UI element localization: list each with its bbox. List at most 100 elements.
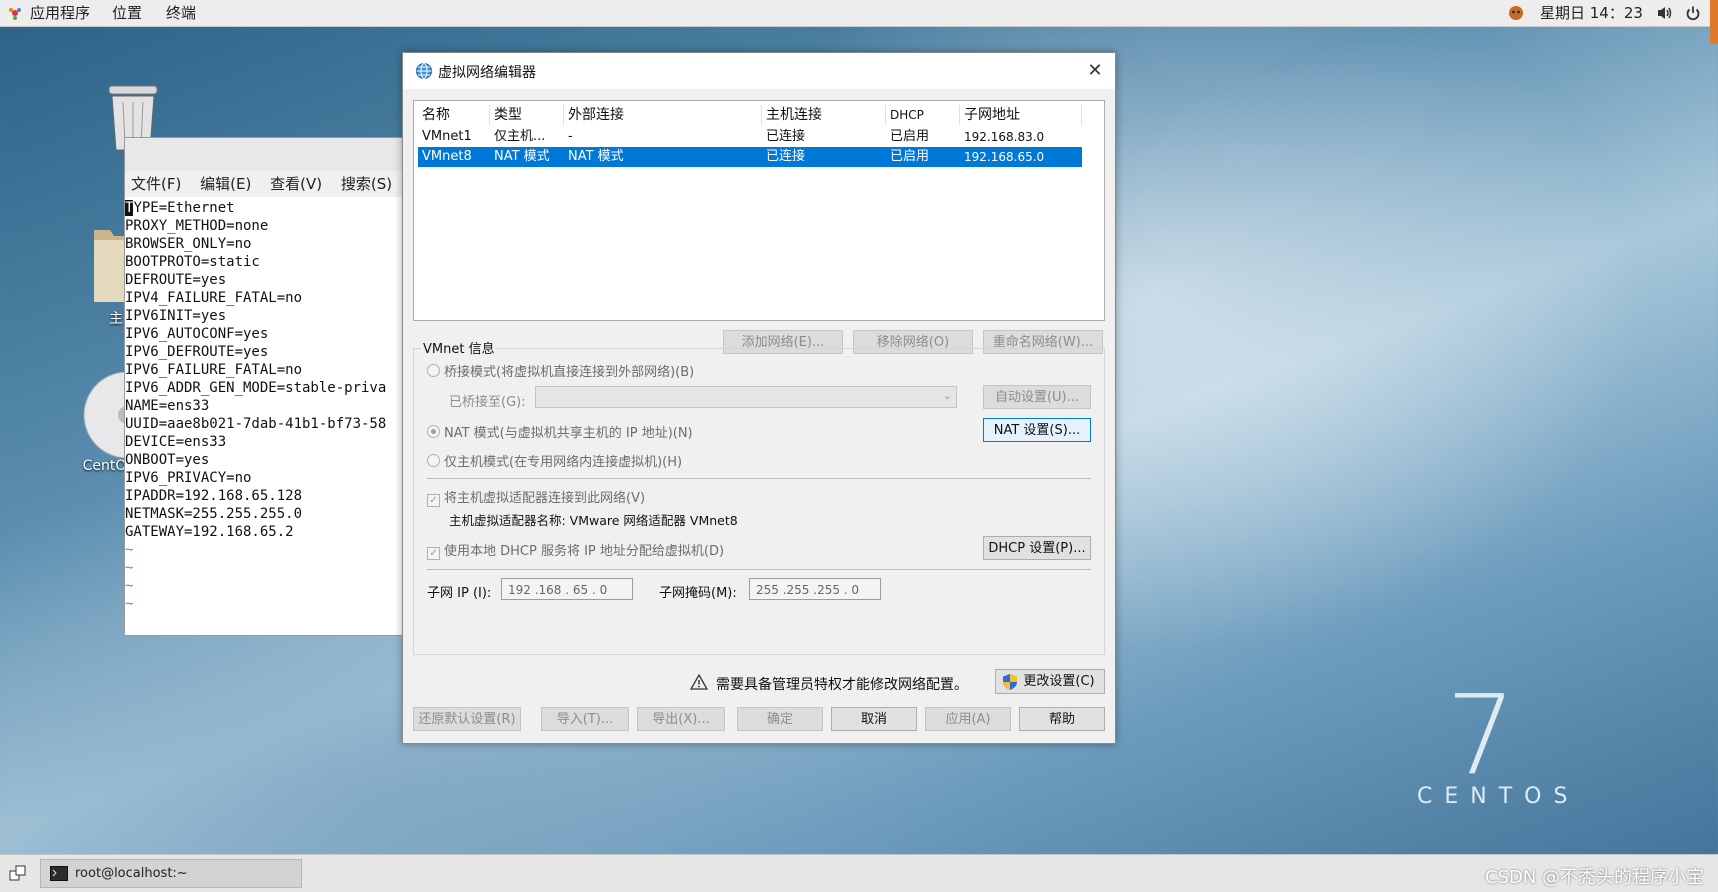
dhcp-settings-button[interactable]: DHCP 设置(P)... <box>983 536 1091 560</box>
applications-menu[interactable]: 应用程序 <box>30 0 90 26</box>
bridged-mode-radio[interactable]: 桥接模式(将虚拟机直接连接到外部网络)(B) <box>427 361 694 380</box>
cancel-button[interactable]: 取消 <box>831 707 917 731</box>
editor-line: DEFROUTE=yes <box>125 272 227 288</box>
apply-button[interactable]: 应用(A) <box>925 707 1011 731</box>
dialog-titlebar[interactable]: 虚拟网络编辑器 ✕ <box>403 53 1115 89</box>
empty-line-marker: ~ <box>125 578 134 594</box>
network-table[interactable]: 名称 类型 外部连接 主机连接 DHCP 子网地址 VMnet1 仅主机... … <box>413 100 1105 321</box>
subnet-ip-input[interactable]: 192 .168 . 65 . 0 <box>501 578 633 600</box>
centos-version-number: 7 <box>1446 671 1516 799</box>
volume-icon[interactable] <box>1656 5 1674 21</box>
cell-dhcp: 已启用 <box>890 149 930 164</box>
menu-file[interactable]: 文件(F) <box>131 175 181 193</box>
editor-line: UUID=aae8b021-7dab-41b1-bf73-58 <box>125 416 387 432</box>
col-name[interactable]: 名称 <box>418 105 490 125</box>
table-row-selected[interactable]: VMnet8 NAT 模式 NAT 模式 已连接 已启用 192.168.65.… <box>418 147 1082 167</box>
change-settings-button[interactable]: 更改设置(C) <box>995 669 1105 694</box>
vmnet-info-label: VMnet 信息 <box>421 338 497 357</box>
show-desktop-icon[interactable] <box>9 865 27 881</box>
radio-indicator <box>427 454 440 467</box>
editor-line: IPV6_ADDR_GEN_MODE=stable-priva <box>125 380 387 396</box>
editor-line: BOOTPROTO=static <box>125 254 260 270</box>
cell-host: 已连接 <box>766 149 806 164</box>
text-editor-window[interactable]: 文件(F) 编辑(E) 查看(V) 搜索(S) 终 TYPE=Ethernet … <box>124 137 426 636</box>
menu-edit[interactable]: 编辑(E) <box>200 175 251 193</box>
nat-settings-button[interactable]: NAT 设置(S)... <box>983 418 1091 442</box>
editor-line: NAME=ens33 <box>125 398 210 414</box>
editor-line: IPV6_AUTOCONF=yes <box>125 326 269 342</box>
connect-adapter-checkbox[interactable]: ✓ 将主机虚拟适配器连接到此网络(V) <box>427 487 645 507</box>
subnet-mask-input[interactable]: 255 .255 .255 . 0 <box>749 578 881 600</box>
col-dhcp[interactable]: DHCP <box>886 105 960 125</box>
top-panel: 应用程序 位置 终端 星期日 14：23 <box>0 0 1718 44</box>
use-dhcp-label: 使用本地 DHCP 服务将 IP 地址分配给虚拟机(D) <box>444 544 725 559</box>
menu-search[interactable]: 搜索(S) <box>341 175 392 193</box>
ok-button[interactable]: 确定 <box>737 707 823 731</box>
host-only-radio[interactable]: 仅主机模式(在专用网络内连接虚拟机)(H) <box>427 451 682 470</box>
restore-defaults-button[interactable]: 还原默认设置(R) <box>413 707 521 731</box>
table-row[interactable]: VMnet1 仅主机... - 已连接 已启用 192.168.83.0 <box>418 127 1082 147</box>
terminal-menu[interactable]: 终端 <box>166 0 196 26</box>
editor-line: IPV6INIT=yes <box>125 308 227 324</box>
empty-line-marker: ~ <box>125 542 134 558</box>
chevron-down-icon: ⌄ <box>942 389 952 402</box>
import-button[interactable]: 导入(T)... <box>541 707 629 731</box>
cell-type: 仅主机... <box>494 129 546 144</box>
subnet-ip-label: 子网 IP (I): <box>427 586 492 601</box>
editor-line: NETMASK=255.255.255.0 <box>125 506 303 522</box>
radio-indicator <box>427 425 440 438</box>
centos-wordmark: CENTOS <box>1417 784 1580 809</box>
checkmark-icon: ✓ <box>427 494 440 507</box>
watermark: CSDN @不秃头的程序小宝 <box>1484 867 1704 888</box>
dialog-body: 名称 类型 外部连接 主机连接 DHCP 子网地址 VMnet1 仅主机... … <box>403 89 1115 743</box>
auto-settings-button[interactable]: 自动设置(U)... <box>983 385 1091 409</box>
taskbar-item-terminal[interactable]: root@localhost:~ <box>40 859 302 888</box>
editor-titlebar[interactable] <box>125 138 425 171</box>
bridged-to-label: 已桥接至(G): <box>449 395 526 410</box>
editor-line: IPV6_DEFROUTE=yes <box>125 344 269 360</box>
editor-line: GATEWAY=192.168.65.2 <box>125 524 294 540</box>
editor-line: YPE=Ethernet <box>133 200 235 216</box>
cell-external: NAT 模式 <box>568 149 624 164</box>
help-button[interactable]: 帮助 <box>1019 707 1105 731</box>
table-header: 名称 类型 外部连接 主机连接 DHCP 子网地址 <box>418 105 1082 125</box>
cell-dhcp: 已启用 <box>890 129 930 144</box>
empty-line-marker: ~ <box>125 560 134 576</box>
nat-mode-radio[interactable]: NAT 模式(与虚拟机共享主机的 IP 地址)(N) <box>427 422 693 441</box>
use-dhcp-checkbox[interactable]: ✓ 使用本地 DHCP 服务将 IP 地址分配给虚拟机(D) <box>427 540 724 560</box>
subnet-mask-label: 子网掩码(M): <box>659 586 737 601</box>
cell-subnet: 192.168.83.0 <box>964 130 1045 144</box>
power-icon[interactable] <box>1685 5 1701 21</box>
editor-menubar: 文件(F) 编辑(E) 查看(V) 搜索(S) 终 <box>125 171 425 197</box>
warning-icon <box>690 674 708 690</box>
clock[interactable]: 星期日 14：23 <box>1540 0 1643 26</box>
cell-name: VMnet8 <box>422 149 472 164</box>
divider <box>427 569 1091 570</box>
editor-line: IPV4_FAILURE_FATAL=no <box>125 290 303 306</box>
export-button[interactable]: 导出(X)... <box>637 707 725 731</box>
user-avatar-icon[interactable] <box>1508 5 1524 21</box>
network-globe-icon <box>416 63 432 79</box>
menu-view[interactable]: 查看(V) <box>270 175 322 193</box>
host-only-label: 仅主机模式(在专用网络内连接虚拟机)(H) <box>444 455 683 470</box>
taskbar: root@localhost:~ CSDN @不秃头的程序小宝 <box>0 854 1718 892</box>
editor-line: IPADDR=192.168.65.128 <box>125 488 303 504</box>
taskbar-item-label: root@localhost:~ <box>75 866 188 881</box>
col-host[interactable]: 主机连接 <box>762 105 886 125</box>
bridged-mode-label: 桥接模式(将虚拟机直接连接到外部网络)(B) <box>444 365 695 380</box>
editor-line: ONBOOT=yes <box>125 452 210 468</box>
col-subnet[interactable]: 子网地址 <box>960 105 1082 125</box>
applications-icon[interactable] <box>8 6 22 20</box>
cell-name: VMnet1 <box>422 129 472 144</box>
editor-content[interactable]: TYPE=Ethernet PROXY_METHOD=none BROWSER_… <box>125 197 425 613</box>
admin-note: 需要具备管理员特权才能修改网络配置。 <box>716 677 968 693</box>
editor-line: IPV6_PRIVACY=no <box>125 470 252 486</box>
places-menu[interactable]: 位置 <box>112 0 142 26</box>
close-button[interactable]: ✕ <box>1085 61 1105 81</box>
col-external[interactable]: 外部连接 <box>564 105 762 125</box>
uac-shield-icon <box>1003 674 1017 690</box>
change-settings-label: 更改设置(C) <box>1023 674 1095 689</box>
bridged-to-select[interactable]: ⌄ <box>535 386 957 408</box>
scroll-indicator <box>1710 0 1718 44</box>
col-type[interactable]: 类型 <box>490 105 564 125</box>
